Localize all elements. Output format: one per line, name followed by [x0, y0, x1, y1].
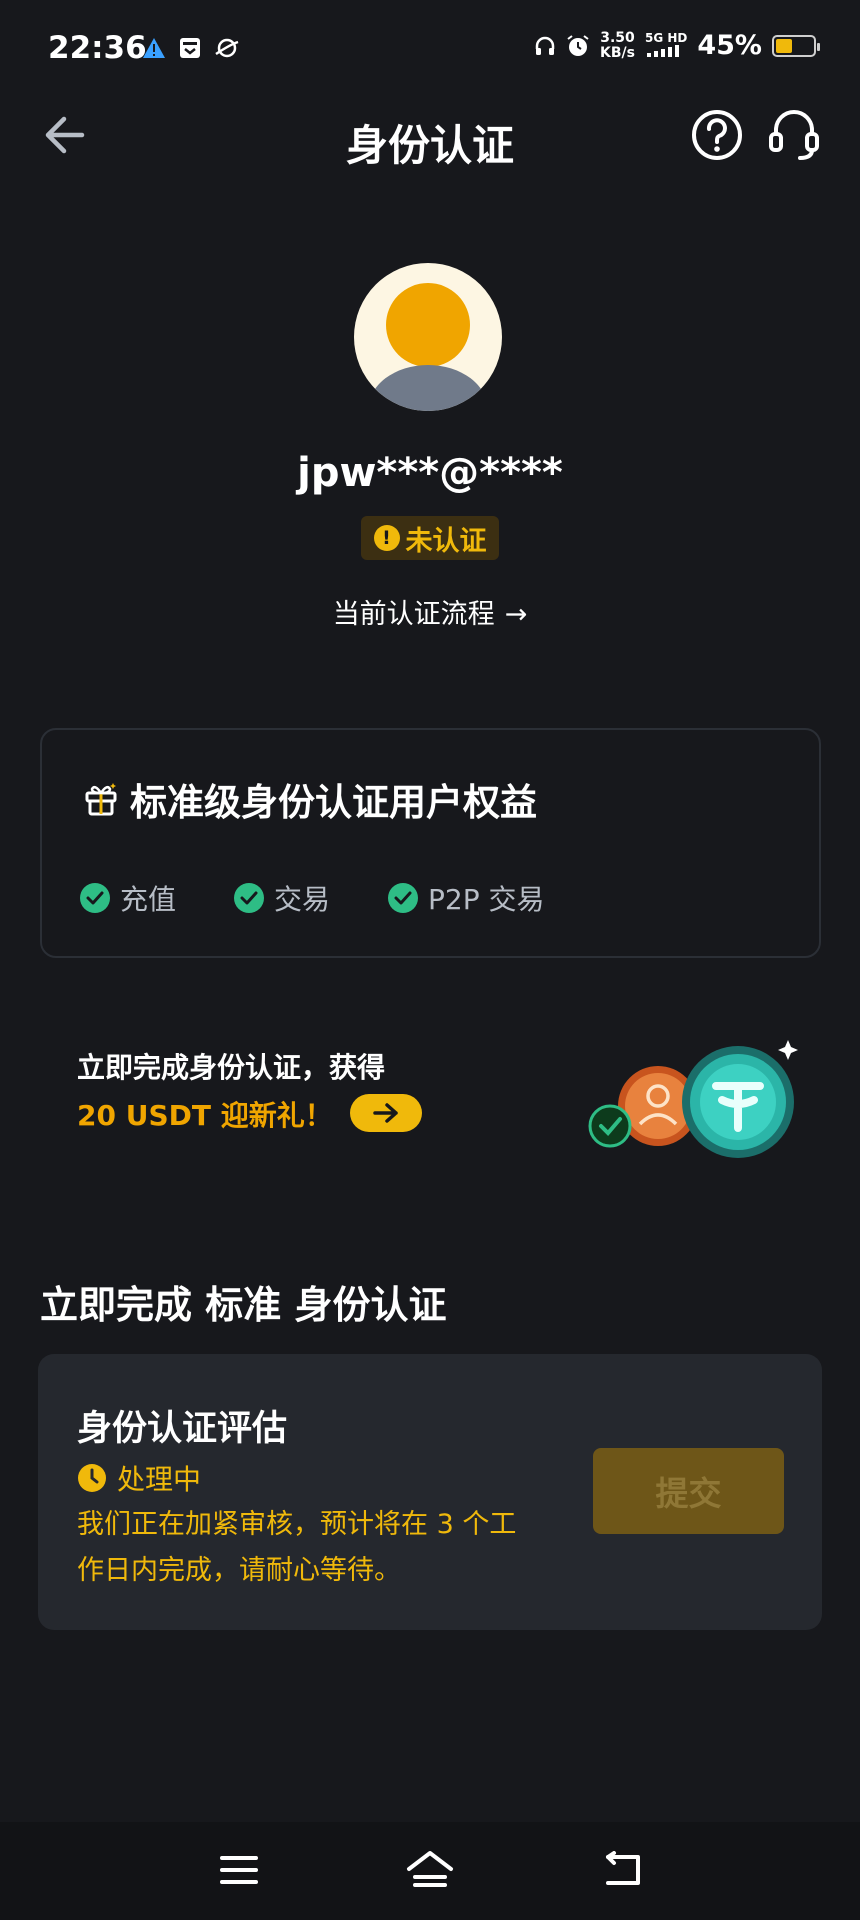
system-nav-bar [0, 1822, 860, 1920]
promo-text: 立即完成身份认证，获得 [77, 1051, 386, 1084]
username: jpw***@**** [297, 450, 563, 496]
usdt-coins-illustration [588, 1040, 798, 1158]
alarm-icon [567, 34, 589, 56]
network-speed: 3.50 KB/s [600, 29, 635, 61]
benefit-label: 交易 [274, 883, 331, 916]
evaluation-title: 身份认证评估 [77, 1409, 288, 1449]
submit-button[interactable]: 提交 [593, 1448, 784, 1534]
home-icon [407, 1851, 453, 1887]
arrow-right-icon: → [504, 599, 528, 630]
benefits-title-row: 标准级身份认证用户权益 [84, 772, 537, 826]
benefit-item-deposit: 充值 [80, 878, 176, 918]
arrow-right-icon [373, 1103, 398, 1123]
warning-icon [143, 38, 165, 58]
customer-support-button[interactable] [766, 106, 822, 162]
evaluation-card: 身份认证评估 处理中 我们正在加紧审核，预计将在 3 个工作日内完成，请耐心等待… [38, 1354, 822, 1630]
status-badge-label: 未认证 [405, 525, 487, 557]
benefit-label: 充值 [120, 883, 177, 916]
promo-arrow-button[interactable] [350, 1094, 422, 1132]
speed-unit: KB/s [600, 44, 635, 61]
network-label: 5G HD [644, 30, 688, 45]
status-bar: 22:36 3.50 KB/s 5G HD 45% [0, 0, 860, 100]
status-time: 22:36 [48, 30, 147, 66]
evaluation-status: 处理中 [117, 1463, 202, 1496]
benefits-card: 标准级身份认证用户权益 充值 交易 P2P 交易 [40, 728, 821, 958]
battery-icon [772, 34, 820, 57]
check-icon [80, 883, 110, 913]
promo-banner[interactable]: 立即完成身份认证，获得 20 USDT 迎新礼！ [0, 1020, 860, 1170]
return-icon [606, 1851, 640, 1885]
evaluation-status-row: 处理中 [77, 1458, 201, 1498]
menu-icon [220, 1856, 258, 1884]
clock-icon [78, 1464, 106, 1492]
benefit-item-trade: 交易 [234, 878, 330, 918]
current-process-link[interactable]: 当前认证流程 → [0, 592, 860, 631]
evaluation-description: 我们正在加紧审核，预计将在 3 个工作日内完成，请耐心等待。 [77, 1509, 517, 1586]
benefits-title: 标准级身份认证用户权益 [130, 781, 537, 824]
network-type: 5G HD [644, 30, 688, 60]
battery-percent: 45% [697, 30, 762, 61]
nav-back-button[interactable] [592, 1842, 652, 1898]
benefit-item-p2p: P2P 交易 [388, 878, 545, 918]
promo-reward-text: 20 USDT 迎新礼！ [77, 1099, 333, 1132]
headset-icon [769, 110, 819, 160]
headphones-icon [535, 36, 555, 55]
store-icon [180, 38, 200, 58]
planet-icon [215, 38, 239, 58]
help-button[interactable] [690, 108, 744, 162]
avatar-head [386, 283, 470, 367]
exclamation-icon: ! [373, 525, 400, 551]
nav-home-button[interactable] [400, 1842, 460, 1898]
benefit-label: P2P 交易 [428, 883, 545, 916]
check-icon [234, 883, 265, 913]
benefit-list: 充值 交易 P2P 交易 [80, 878, 603, 918]
status-left-icons [142, 36, 240, 60]
avatar-body [368, 365, 488, 411]
top-app-bar: 身份认证 [0, 100, 860, 170]
gift-icon [85, 783, 117, 816]
verification-status-badge: ! 未认证 [361, 516, 499, 560]
avatar [354, 263, 502, 411]
identity-verification-page: 22:36 3.50 KB/s 5G HD 45% 身份认证 jpw***@**… [0, 0, 860, 1920]
battery-fill [776, 38, 793, 53]
signal-icon [646, 44, 679, 57]
status-right-group: 3.50 KB/s 5G HD 45% [534, 29, 820, 61]
section-title: 立即完成 标准 身份认证 [40, 1283, 447, 1327]
nav-menu-button[interactable] [209, 1842, 269, 1898]
process-link-label: 当前认证流程 [332, 599, 495, 630]
check-icon [388, 883, 419, 913]
speed-value: 3.50 [600, 29, 635, 46]
help-icon [692, 110, 742, 160]
